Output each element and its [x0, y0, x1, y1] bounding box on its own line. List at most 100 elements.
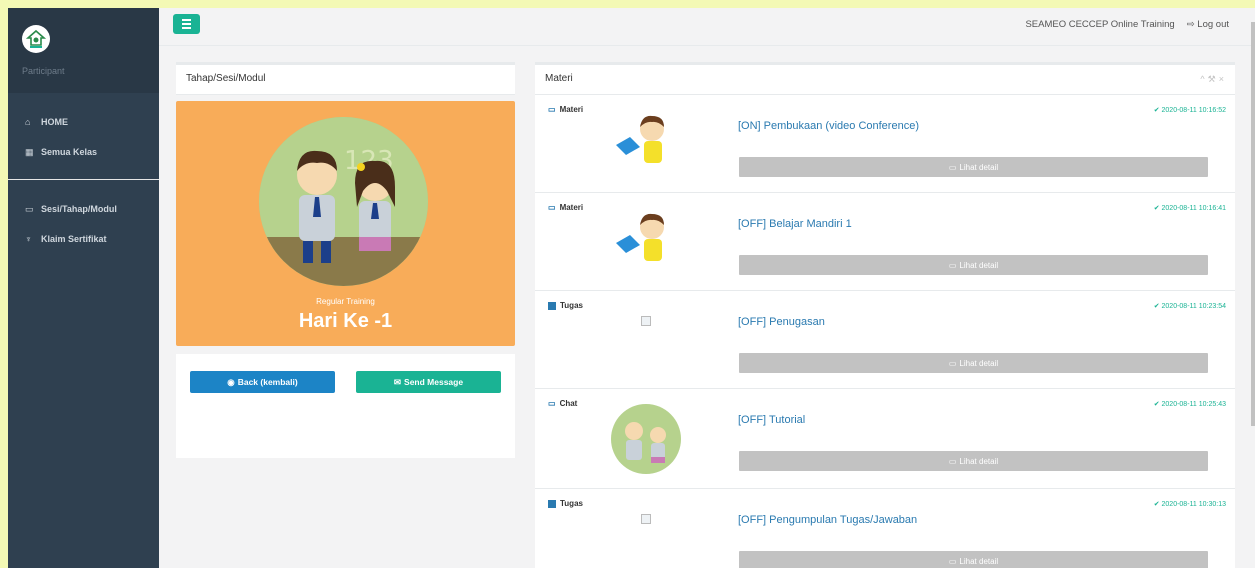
- logout-label: Log out: [1197, 19, 1229, 30]
- module-panel-title: Tahap/Sesi/Modul: [176, 65, 515, 95]
- hero-illustration: 123: [259, 117, 428, 286]
- send-message-button[interactable]: ✉ Send Message: [356, 371, 501, 393]
- item-date-text: 2020-08-11 10:25:43: [1161, 401, 1226, 408]
- nav-home[interactable]: ⌂ HOME: [8, 107, 159, 137]
- item-date-text: 2020-08-11 10:30:13: [1161, 501, 1226, 508]
- back-button[interactable]: ◉ Back (kembali): [190, 371, 335, 393]
- lihat-detail-button[interactable]: ▭ Lihat detail: [739, 551, 1208, 568]
- book-boy-thumbnail: [616, 115, 664, 163]
- desktop-icon: ▭: [948, 260, 957, 270]
- arrow-left-circle-icon: ◉: [227, 376, 235, 387]
- lihat-detail-button[interactable]: ▭ Lihat detail: [739, 157, 1208, 177]
- desktop-icon: ▭: [948, 162, 957, 172]
- item-type-label: Tugas: [560, 499, 583, 508]
- hero-day-title: Hari Ke -1: [298, 310, 393, 332]
- item-date: ✔ 2020-08-11 10:25:43: [1153, 401, 1226, 408]
- item-date: ✔ 2020-08-11 10:30:13: [1153, 501, 1226, 508]
- hero-subtitle: Regular Training: [316, 297, 375, 306]
- lihat-detail-label: Lihat detail: [959, 456, 999, 466]
- nav-home-label: HOME: [41, 117, 68, 127]
- desktop-icon: ▭: [948, 358, 957, 368]
- site-name: SEAMEO CECCEP Online Training: [1025, 19, 1175, 30]
- materi-panel: Materi ^⚒× ▭ Materi ✔ 2020-08-11 10:16:5…: [535, 62, 1235, 568]
- item-date: ✔ 2020-08-11 10:16:41: [1153, 205, 1226, 212]
- list-item: Tugas ✔ 2020-08-11 10:30:13 [OFF] Pengum…: [535, 489, 1235, 568]
- lihat-detail-label: Lihat detail: [959, 162, 999, 172]
- back-button-label: Back (kembali): [237, 377, 298, 387]
- sign-out-icon: ⇨: [1186, 19, 1195, 30]
- nav-divider: [8, 179, 159, 180]
- lihat-detail-button[interactable]: ▭ Lihat detail: [739, 353, 1208, 373]
- edit-square-icon: [548, 301, 556, 310]
- desktop-icon: ▭: [548, 105, 556, 114]
- broken-image-icon: [641, 514, 651, 524]
- item-type-label: Materi: [559, 203, 584, 212]
- kids-thumbnail: [611, 404, 681, 474]
- item-title[interactable]: [OFF] Tutorial: [738, 414, 805, 426]
- send-message-label: Send Message: [404, 377, 464, 387]
- logout-link[interactable]: ⇨ Log out: [1187, 19, 1229, 30]
- nav-sesi-label: Sesi/Tahap/Modul: [41, 204, 117, 214]
- collapse-icon[interactable]: ^: [1200, 74, 1207, 84]
- module-actions: ◉ Back (kembali) ✉ Send Message: [176, 354, 515, 458]
- user-role: Participant: [22, 66, 65, 76]
- list-item: ▭ Materi ✔ 2020-08-11 10:16:52 [ON] Pemb…: [535, 95, 1235, 193]
- lihat-detail-label: Lihat detail: [959, 260, 999, 270]
- item-type: ▭ Materi: [548, 203, 583, 212]
- app-frame: Participant ⌂ HOME ▦ Semua Kelas ▭ Sesi/…: [8, 8, 1255, 568]
- item-date: ✔ 2020-08-11 10:23:54: [1153, 303, 1226, 310]
- item-type: ▭ Chat: [548, 399, 577, 408]
- item-type: ▭ Materi: [548, 105, 583, 114]
- item-type-label: Chat: [559, 399, 578, 408]
- desktop-icon: ▭: [548, 203, 556, 212]
- nav-semua-kelas[interactable]: ▦ Semua Kelas: [8, 137, 159, 167]
- lihat-detail-label: Lihat detail: [959, 556, 999, 566]
- item-date-text: 2020-08-11 10:23:54: [1161, 303, 1226, 310]
- item-title[interactable]: [OFF] Belajar Mandiri 1: [738, 218, 852, 230]
- module-hero: 123 Regular Training Hari Ke -1: [176, 101, 515, 346]
- trophy-icon: ♆: [25, 234, 32, 244]
- item-date-text: 2020-08-11 10:16:41: [1161, 205, 1226, 212]
- materi-panel-title-text: Materi: [545, 73, 573, 84]
- menu-toggle-button[interactable]: [173, 14, 200, 34]
- topbar: SEAMEO CECCEP Online Training ⇨ Log out: [159, 8, 1255, 46]
- panel-tools: ^⚒×: [1200, 65, 1227, 93]
- item-type: Tugas: [548, 301, 583, 310]
- desktop-icon: ▭: [948, 456, 957, 466]
- item-type: Tugas: [548, 499, 583, 508]
- item-date-text: 2020-08-11 10:16:52: [1161, 107, 1226, 114]
- materi-panel-title: Materi ^⚒×: [535, 65, 1235, 95]
- desktop-icon: ▭: [548, 399, 556, 408]
- book-boy-thumbnail: [616, 213, 664, 261]
- envelope-icon: ✉: [393, 376, 402, 387]
- wrench-icon[interactable]: ⚒: [1208, 74, 1219, 84]
- logo: [22, 25, 50, 53]
- nav-klaim-sertifikat[interactable]: ♆ Klaim Sertifikat: [8, 224, 159, 254]
- desktop-icon: ▭: [948, 556, 957, 566]
- item-title[interactable]: [OFF] Penugasan: [738, 316, 825, 328]
- item-type-label: Materi: [559, 105, 584, 114]
- calendar-icon: ▦: [25, 146, 34, 157]
- broken-image-icon: [641, 316, 651, 326]
- list-item: ▭ Chat ✔ 2020-08-11 10:25:43 [OFF] Tutor…: [535, 389, 1235, 489]
- home-icon: ⌂: [25, 117, 31, 127]
- module-panel: Tahap/Sesi/Modul 123 Regular Training Ha…: [176, 62, 515, 458]
- close-icon[interactable]: ×: [1219, 74, 1227, 84]
- nav-semua-kelas-label: Semua Kelas: [41, 147, 98, 157]
- lihat-detail-button[interactable]: ▭ Lihat detail: [739, 451, 1208, 471]
- nav-klaim-label: Klaim Sertifikat: [41, 234, 107, 244]
- lihat-detail-label: Lihat detail: [959, 358, 999, 368]
- list-item: ▭ Materi ✔ 2020-08-11 10:16:41 [OFF] Bel…: [535, 193, 1235, 291]
- item-type-label: Tugas: [560, 301, 583, 310]
- item-title[interactable]: [ON] Pembukaan (video Conference): [738, 120, 919, 132]
- folder-icon: ▭: [25, 203, 34, 214]
- sidebar: Participant ⌂ HOME ▦ Semua Kelas ▭ Sesi/…: [8, 8, 159, 568]
- nav-sesi-tahap-modul[interactable]: ▭ Sesi/Tahap/Modul: [8, 194, 159, 224]
- edit-square-icon: [548, 499, 556, 508]
- list-item: Tugas ✔ 2020-08-11 10:23:54 [OFF] Penuga…: [535, 291, 1235, 389]
- item-title[interactable]: [OFF] Pengumpulan Tugas/Jawaban: [738, 514, 917, 526]
- item-date: ✔ 2020-08-11 10:16:52: [1153, 107, 1226, 114]
- lihat-detail-button[interactable]: ▭ Lihat detail: [739, 255, 1208, 275]
- scrollbar[interactable]: [1251, 22, 1255, 426]
- sidebar-header: Participant: [8, 8, 159, 93]
